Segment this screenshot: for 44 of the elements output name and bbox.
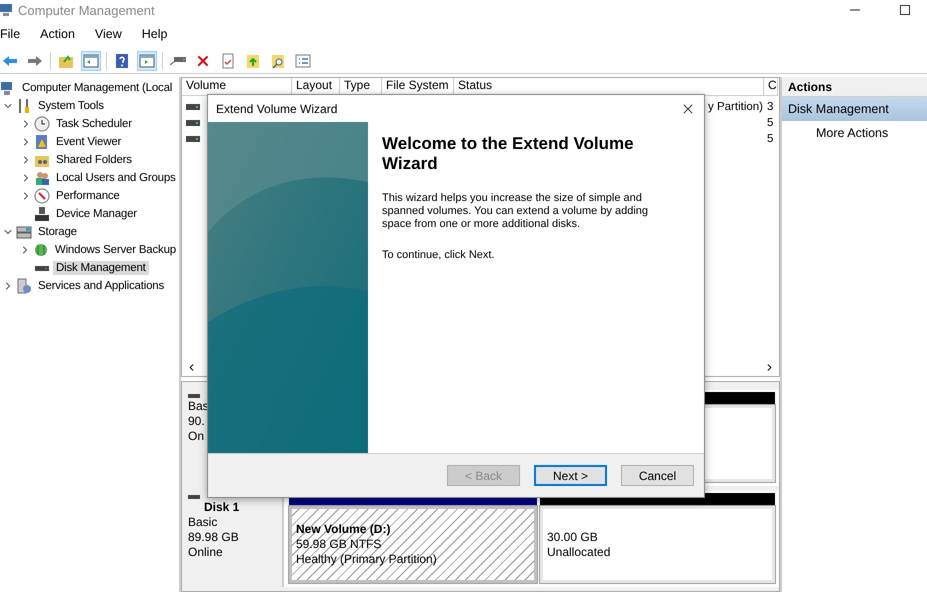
- partition-title: New Volume (D:): [296, 522, 392, 537]
- table-cell: y Partition): [708, 101, 763, 113]
- tree-item[interactable]: Shared Folders: [53, 153, 135, 167]
- partition-info: Healthy (Primary Partition): [296, 552, 438, 567]
- column-header[interactable]: C: [764, 78, 778, 96]
- disk-info: Online: [188, 545, 224, 560]
- table-cell-text: 5: [767, 133, 774, 145]
- tree-item[interactable]: Windows Server Backup: [52, 243, 179, 257]
- tree-item[interactable]: Device Manager: [53, 207, 140, 221]
- tree-item[interactable]: Disk Management: [53, 261, 149, 275]
- table-cell-text: 5: [767, 117, 774, 129]
- menu-item[interactable]: File: [0, 27, 20, 41]
- table-cell-text: 3: [767, 101, 774, 113]
- tree-item[interactable]: Event Viewer: [53, 135, 124, 149]
- menu-item[interactable]: Action: [40, 27, 75, 41]
- tree-item[interactable]: System Tools: [35, 99, 107, 113]
- partition-info: 30.00 GB: [547, 530, 599, 544]
- wizard-text: This wizard helps you increase the size of simple and spanned volumes. You can extend a volume by adding space from one or more additional disks.: [382, 192, 650, 232]
- tree-item[interactable]: Local Users and Groups: [53, 171, 179, 185]
- actions-section[interactable]: Disk Management: [782, 97, 927, 121]
- tree-item[interactable]: Performance: [53, 189, 123, 203]
- actions-header: Actions: [782, 77, 927, 97]
- disk-info: 89.98 GB: [188, 530, 240, 545]
- disk-name: Disk 1: [204, 500, 240, 515]
- dialog-title: Extend Volume Wizard: [216, 102, 338, 116]
- wizard-heading: Welcome to the Extend Volume Wizard: [382, 134, 635, 174]
- dialog-button[interactable]: Cancel: [621, 465, 694, 486]
- partition-info: 59.98 GB NTFS: [296, 537, 382, 552]
- partition-info: Unallocated: [547, 544, 612, 560]
- menu-item[interactable]: View: [94, 27, 122, 41]
- window-title: Computer Management: [18, 2, 156, 18]
- partition[interactable]: New Volume (D:) 59.98 GB NTFS Healthy (Primary Partition): [289, 506, 537, 583]
- disk-info: On: [188, 429, 206, 444]
- tree-item[interactable]: Storage: [35, 225, 80, 239]
- disk-info: Basic: [188, 515, 218, 530]
- menu-item[interactable]: Help: [142, 27, 168, 41]
- tree-item[interactable]: Services and Applications: [35, 279, 168, 293]
- dialog-button[interactable]: Next >: [534, 465, 607, 486]
- disk-info: 90.: [188, 414, 206, 429]
- tree-item[interactable]: Task Scheduler: [53, 117, 135, 131]
- wizard-text: To continue, click Next.: [382, 249, 496, 262]
- action-link[interactable]: More Actions: [782, 121, 927, 140]
- partition[interactable]: 30.00 GB Unallocated: [540, 506, 775, 583]
- tree-item[interactable]: Computer Management (Local: [19, 81, 176, 95]
